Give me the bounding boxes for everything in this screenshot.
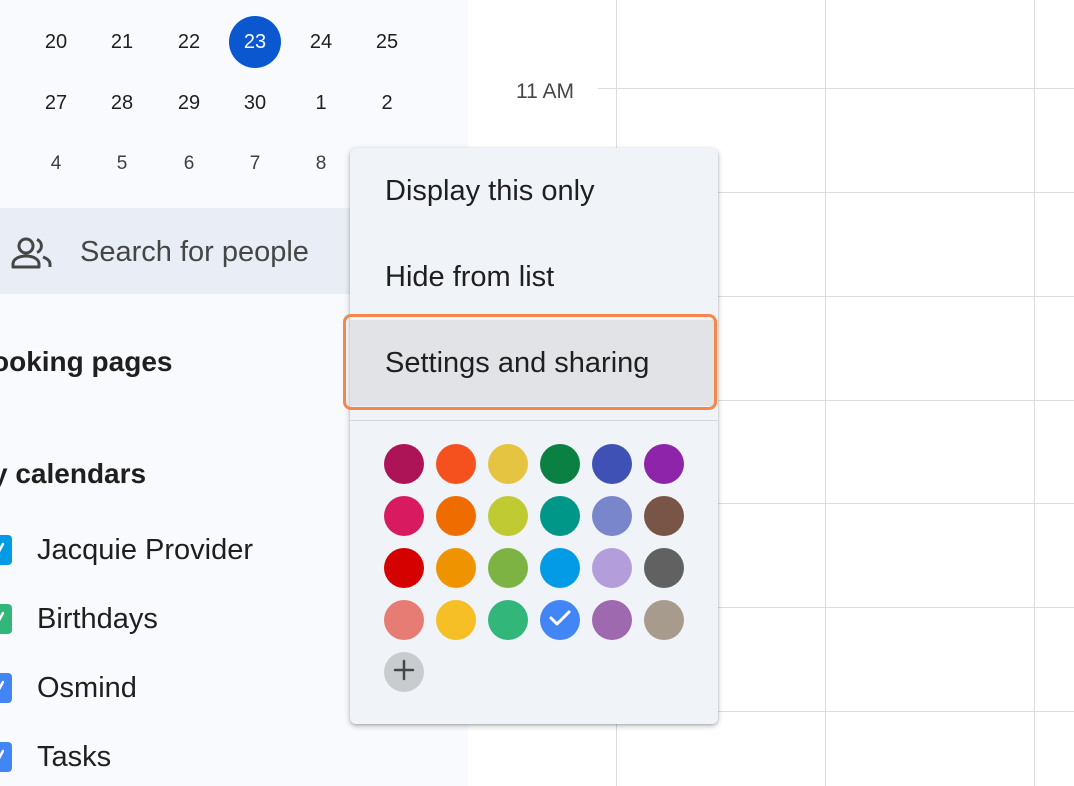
checkbox-checked-icon[interactable] — [0, 742, 12, 772]
color-swatch[interactable] — [592, 548, 632, 588]
mini-calendar-day[interactable]: 6 — [163, 138, 215, 190]
color-swatch[interactable] — [592, 444, 632, 484]
hour-line — [598, 88, 1074, 89]
menu-divider — [350, 420, 718, 421]
hide-from-list-item[interactable]: Hide from list — [350, 234, 718, 320]
color-swatch[interactable] — [644, 496, 684, 536]
checkmark-icon — [548, 608, 572, 633]
mini-calendar-day[interactable]: 30 — [229, 77, 281, 129]
color-swatch[interactable] — [540, 548, 580, 588]
calendar-list-item[interactable]: Osmind — [0, 667, 340, 713]
color-swatch[interactable] — [644, 444, 684, 484]
mini-calendar-today[interactable]: 23 — [229, 16, 281, 68]
mini-calendar-day[interactable]: 21 — [96, 16, 148, 68]
mini-calendar-day[interactable]: 1 — [295, 77, 347, 129]
mini-calendar-day[interactable]: 27 — [30, 77, 82, 129]
calendar-list-item-label: Birthdays — [37, 603, 158, 635]
mini-calendar-day[interactable]: 29 — [163, 77, 215, 129]
mini-calendar-day[interactable]: 28 — [96, 77, 148, 129]
plus-icon — [393, 659, 415, 686]
color-swatch[interactable] — [488, 600, 528, 640]
time-label-11am: 11 AM — [516, 80, 574, 103]
color-swatch[interactable] — [592, 600, 632, 640]
mini-calendar-day[interactable]: 24 — [295, 16, 347, 68]
color-swatch[interactable] — [644, 548, 684, 588]
color-swatch[interactable] — [384, 548, 424, 588]
day-column-divider — [825, 0, 826, 786]
color-swatch[interactable] — [488, 444, 528, 484]
mini-calendar-day[interactable]: 25 — [361, 16, 413, 68]
mini-calendar-day[interactable]: 7 — [229, 138, 281, 190]
color-swatch[interactable] — [436, 600, 476, 640]
add-custom-color-button[interactable] — [384, 652, 424, 692]
color-swatch[interactable] — [540, 496, 580, 536]
color-swatch[interactable] — [436, 548, 476, 588]
display-this-only-item[interactable]: Display this only — [350, 148, 718, 234]
calendar-list-item[interactable]: Jacquie Provider — [0, 529, 340, 575]
color-swatch[interactable] — [488, 496, 528, 536]
color-swatch[interactable] — [540, 444, 580, 484]
calendar-options-menu: Display this only Hide from list Setting… — [343, 148, 718, 724]
people-icon — [10, 236, 54, 270]
mini-calendar-day[interactable]: 8 — [295, 138, 347, 190]
mini-calendar-day[interactable]: 4 — [30, 138, 82, 190]
checkbox-checked-icon[interactable] — [0, 673, 12, 703]
color-swatch[interactable] — [384, 496, 424, 536]
color-swatch[interactable] — [644, 600, 684, 640]
mini-calendar-day[interactable]: 22 — [163, 16, 215, 68]
mini-calendar-day[interactable]: 2 — [361, 77, 413, 129]
calendar-list-item-label: Osmind — [37, 672, 137, 704]
color-swatch[interactable] — [436, 496, 476, 536]
mini-calendar-day[interactable]: 5 — [96, 138, 148, 190]
calendar-list-item[interactable]: Tasks — [0, 736, 340, 782]
mini-calendar-day[interactable]: 20 — [30, 16, 82, 68]
color-swatch[interactable] — [592, 496, 632, 536]
focus-ring — [343, 314, 717, 410]
calendar-list-item-label: Tasks — [37, 741, 112, 773]
day-column-divider — [1034, 0, 1035, 786]
color-swatch[interactable] — [488, 548, 528, 588]
checkbox-checked-icon[interactable] — [0, 604, 12, 634]
color-swatch[interactable] — [384, 444, 424, 484]
color-swatch[interactable] — [384, 600, 424, 640]
search-for-people-label: Search for people — [80, 236, 309, 268]
calendar-list-item[interactable]: Birthdays — [0, 598, 340, 644]
checkbox-checked-icon[interactable] — [0, 535, 12, 565]
booking-pages-heading[interactable]: ooking pages — [0, 346, 172, 378]
calendar-list-item-label: Jacquie Provider — [37, 534, 253, 566]
color-swatch[interactable] — [436, 444, 476, 484]
my-calendars-heading[interactable]: y calendars — [0, 458, 146, 490]
color-swatch-selected[interactable] — [540, 600, 580, 640]
